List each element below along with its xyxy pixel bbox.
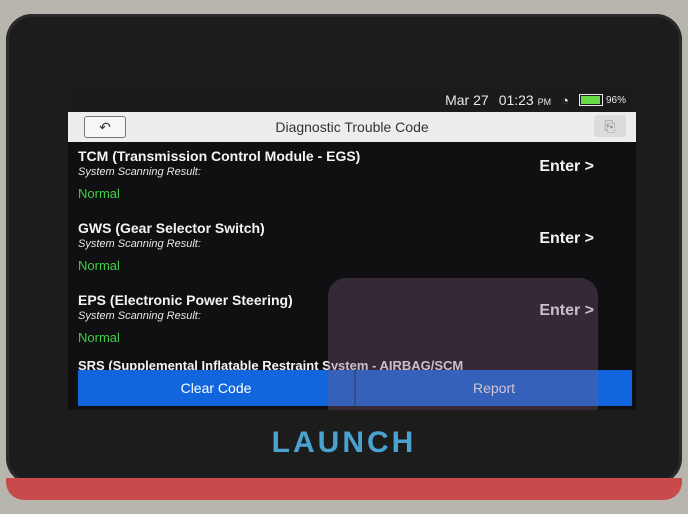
page-title: Diagnostic Trouble Code bbox=[275, 119, 429, 135]
back-button[interactable]: ↶ bbox=[84, 116, 126, 138]
status-date: Mar 27 bbox=[445, 92, 489, 108]
module-list: TCM (Transmission Control Module - EGS) … bbox=[68, 142, 636, 372]
status-bar: Mar 27 01:23 PM ◔ 96% bbox=[68, 88, 636, 112]
screen: Mar 27 01:23 PM ◔ 96% ↶ Diagnostic Troub… bbox=[68, 88, 636, 410]
status-time: 01:23 PM bbox=[498, 92, 552, 108]
list-item[interactable]: GWS (Gear Selector Switch) System Scanni… bbox=[78, 214, 636, 286]
exit-button[interactable]: ⎘ bbox=[594, 115, 626, 137]
device-bottom-strip bbox=[6, 478, 682, 500]
list-item[interactable]: EPS (Electronic Power Steering) System S… bbox=[78, 286, 636, 358]
enter-button[interactable]: Enter > bbox=[539, 230, 594, 248]
enter-button[interactable]: Enter > bbox=[539, 302, 594, 320]
result-status: Normal bbox=[78, 186, 120, 201]
list-item[interactable]: TCM (Transmission Control Module - EGS) … bbox=[78, 142, 636, 214]
result-status: Normal bbox=[78, 258, 120, 273]
battery-indicator: 96% bbox=[578, 94, 626, 106]
back-arrow-icon: ↶ bbox=[99, 118, 111, 135]
battery-percent: 96% bbox=[605, 94, 626, 106]
result-status: Normal bbox=[78, 330, 120, 345]
report-button[interactable]: Report bbox=[354, 370, 632, 406]
clear-code-button[interactable]: Clear Code bbox=[78, 370, 354, 406]
wifi-icon: ◔ bbox=[561, 92, 569, 108]
battery-fill bbox=[580, 96, 601, 104]
action-bar: Clear Code Report bbox=[78, 370, 632, 406]
brand-logo: LAUNCH bbox=[271, 426, 417, 459]
enter-button[interactable]: Enter > bbox=[539, 158, 594, 176]
battery-icon bbox=[578, 94, 603, 106]
exit-icon: ⎘ bbox=[604, 117, 616, 134]
title-bar: ↶ Diagnostic Trouble Code ⎘ bbox=[68, 112, 636, 142]
